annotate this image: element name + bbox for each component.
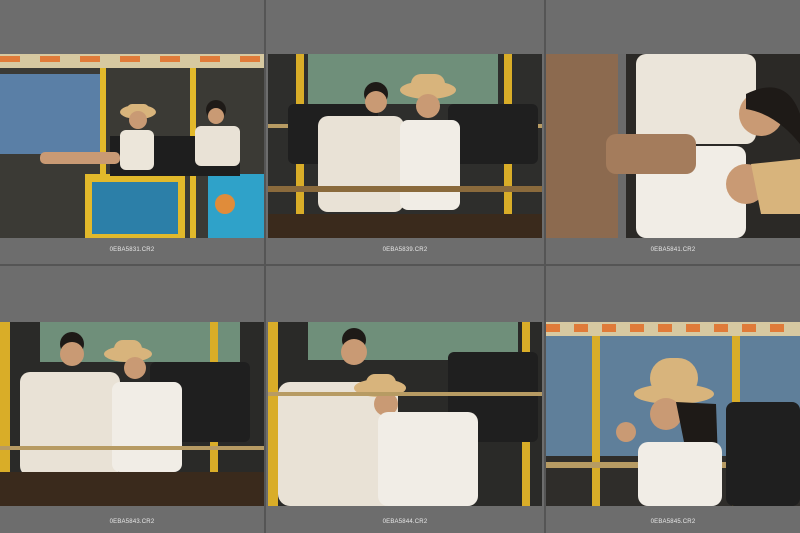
- bus-scene-image: [0, 54, 264, 238]
- thumbnail-grid: 0EBA5831.CR2 0EBA5839.CR2 0EBA5841.CR2 0…: [0, 0, 800, 533]
- thumbnail-cell-0EBA5845[interactable]: 0EBA5845.CR2: [546, 266, 800, 533]
- photo-thumbnail[interactable]: [0, 322, 264, 506]
- filename-label: 0EBA5841.CR2: [650, 247, 696, 253]
- thumbnail-cell-0EBA5839[interactable]: 0EBA5839.CR2: [266, 0, 544, 264]
- thumbnail-cell-0EBA5844[interactable]: 0EBA5844.CR2: [266, 266, 544, 533]
- photo-thumbnail[interactable]: [0, 54, 264, 238]
- couple-closeup-image: [546, 54, 800, 238]
- photo-thumbnail[interactable]: [268, 322, 542, 506]
- filename-label: 0EBA5831.CR2: [109, 247, 155, 253]
- filename-label: 0EBA5844.CR2: [382, 519, 428, 525]
- bus-scene-image: [268, 54, 542, 238]
- bus-scene-image: [0, 322, 264, 506]
- thumbnail-cell-0EBA5841[interactable]: 0EBA5841.CR2: [546, 0, 800, 264]
- thumbnail-cell-0EBA5831[interactable]: 0EBA5831.CR2: [0, 0, 264, 264]
- filename-label: 0EBA5843.CR2: [109, 519, 155, 525]
- bus-window-image: [546, 322, 800, 506]
- bus-scene-image: [268, 322, 542, 506]
- thumbnail-cell-0EBA5843[interactable]: 0EBA5843.CR2: [0, 266, 264, 533]
- photo-thumbnail[interactable]: [546, 54, 800, 238]
- photo-thumbnail[interactable]: [546, 322, 800, 506]
- photo-thumbnail[interactable]: [268, 54, 542, 238]
- filename-label: 0EBA5845.CR2: [650, 519, 696, 525]
- filename-label: 0EBA5839.CR2: [382, 247, 428, 253]
